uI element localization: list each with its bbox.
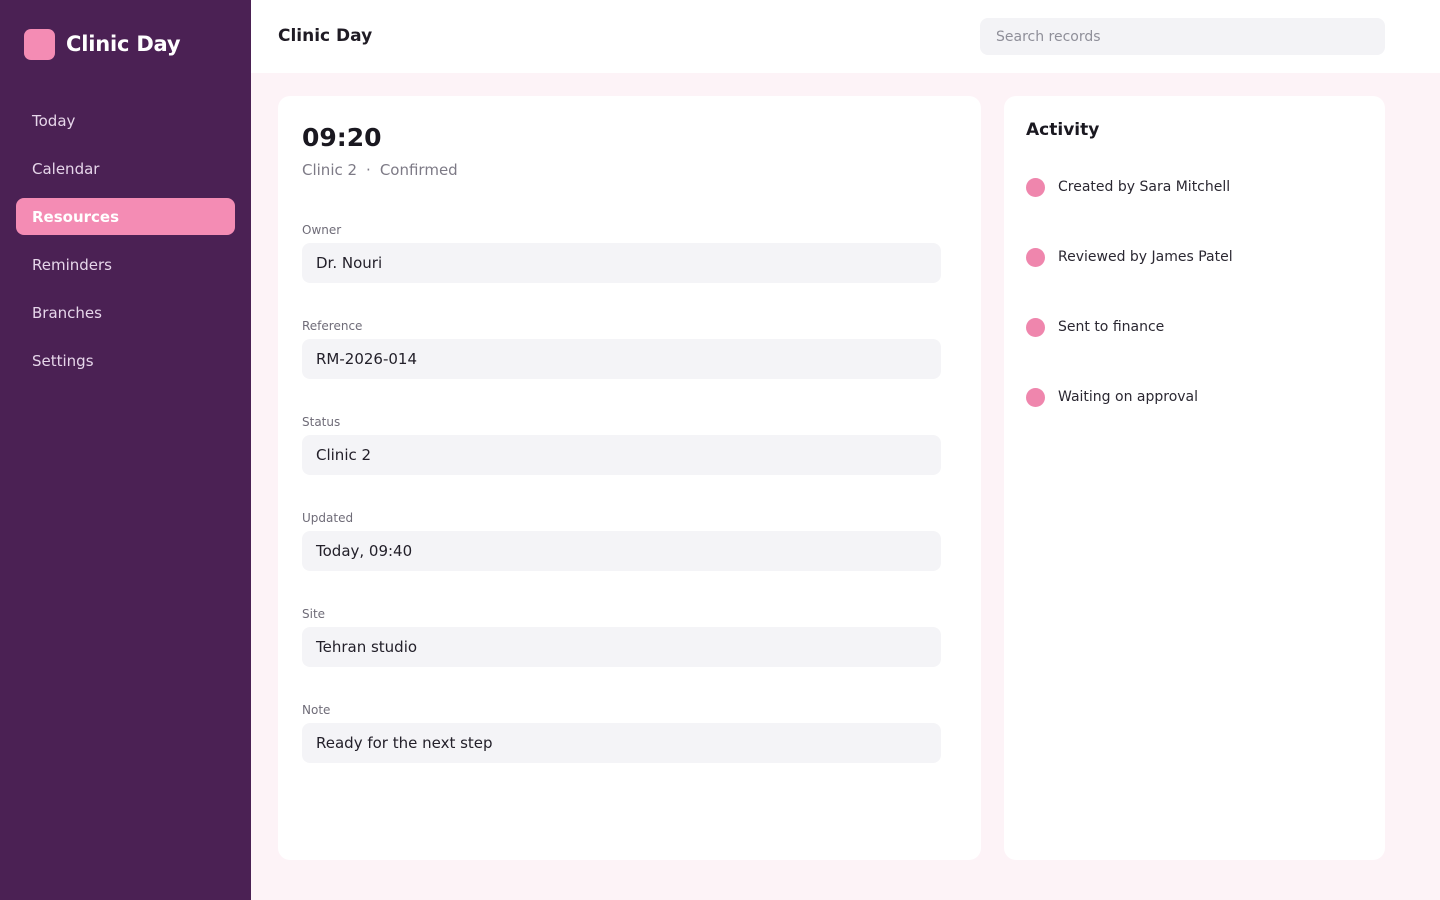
field-owner-value[interactable]: Dr. Nouri bbox=[302, 243, 941, 283]
field-reference-label: Reference bbox=[302, 319, 363, 333]
field-updated-label: Updated bbox=[302, 511, 354, 525]
activity-list: Created by Sara Mitchell Reviewed by Jam… bbox=[1026, 178, 1366, 458]
field-site-value[interactable]: Tehran studio bbox=[302, 627, 941, 667]
subline-separator: · bbox=[366, 161, 371, 179]
brand-name: Clinic Day bbox=[66, 32, 181, 56]
top-bar: Clinic Day bbox=[251, 0, 1440, 73]
sidebar-nav: Today Calendar Resources Reminders Branc… bbox=[16, 102, 235, 390]
appointment-time: 09:20 bbox=[302, 123, 382, 152]
activity-item: Created by Sara Mitchell bbox=[1026, 178, 1366, 248]
activity-item: Reviewed by James Patel bbox=[1026, 248, 1366, 318]
field-status-value[interactable]: Clinic 2 bbox=[302, 435, 941, 475]
activity-dot-icon bbox=[1026, 318, 1045, 337]
appointment-subline: Clinic 2 · Confirmed bbox=[302, 161, 458, 179]
activity-item-text: Reviewed by James Patel bbox=[1058, 249, 1233, 265]
sidebar-item-settings[interactable]: Settings bbox=[16, 342, 235, 379]
sidebar-item-calendar[interactable]: Calendar bbox=[16, 150, 235, 187]
sidebar: Clinic Day Today Calendar Resources Remi… bbox=[0, 0, 251, 900]
activity-dot-icon bbox=[1026, 388, 1045, 407]
activity-item-text: Waiting on approval bbox=[1058, 389, 1199, 405]
field-note-value[interactable]: Ready for the next step bbox=[302, 723, 941, 763]
field-updated-value[interactable]: Today, 09:40 bbox=[302, 531, 941, 571]
field-status: Status Clinic 2 bbox=[302, 415, 941, 511]
field-status-label: Status bbox=[302, 415, 341, 429]
field-reference: Reference RM-2026-014 bbox=[302, 319, 941, 415]
activity-item: Sent to finance bbox=[1026, 318, 1366, 388]
search-input[interactable] bbox=[980, 18, 1385, 55]
field-note-label: Note bbox=[302, 703, 331, 717]
detail-fields: Owner Dr. Nouri Reference RM-2026-014 St… bbox=[302, 223, 941, 799]
activity-item-text: Sent to finance bbox=[1058, 319, 1165, 335]
sidebar-item-today[interactable]: Today bbox=[16, 102, 235, 139]
brand[interactable]: Clinic Day bbox=[24, 28, 181, 60]
appointment-detail-card: 09:20 Clinic 2 · Confirmed Owner Dr. Nou… bbox=[278, 96, 981, 860]
brand-logo-icon bbox=[24, 28, 55, 60]
field-note: Note Ready for the next step bbox=[302, 703, 941, 799]
appointment-location: Clinic 2 bbox=[302, 161, 358, 179]
app-root: Clinic Day Today Calendar Resources Remi… bbox=[0, 0, 1440, 900]
activity-title: Activity bbox=[1026, 120, 1100, 140]
activity-item-text: Created by Sara Mitchell bbox=[1058, 179, 1231, 195]
field-site-label: Site bbox=[302, 607, 326, 621]
activity-dot-icon bbox=[1026, 248, 1045, 267]
field-owner-label: Owner bbox=[302, 223, 342, 237]
sidebar-item-reminders[interactable]: Reminders bbox=[16, 246, 235, 283]
field-site: Site Tehran studio bbox=[302, 607, 941, 703]
field-reference-value[interactable]: RM-2026-014 bbox=[302, 339, 941, 379]
sidebar-item-resources[interactable]: Resources bbox=[16, 198, 235, 235]
activity-card: Activity Created by Sara Mitchell Review… bbox=[1004, 96, 1385, 860]
appointment-state: Confirmed bbox=[379, 161, 458, 179]
field-owner: Owner Dr. Nouri bbox=[302, 223, 941, 319]
page-title: Clinic Day bbox=[278, 26, 373, 46]
activity-dot-icon bbox=[1026, 178, 1045, 197]
sidebar-item-branches[interactable]: Branches bbox=[16, 294, 235, 331]
field-updated: Updated Today, 09:40 bbox=[302, 511, 941, 607]
activity-item: Waiting on approval bbox=[1026, 388, 1366, 458]
